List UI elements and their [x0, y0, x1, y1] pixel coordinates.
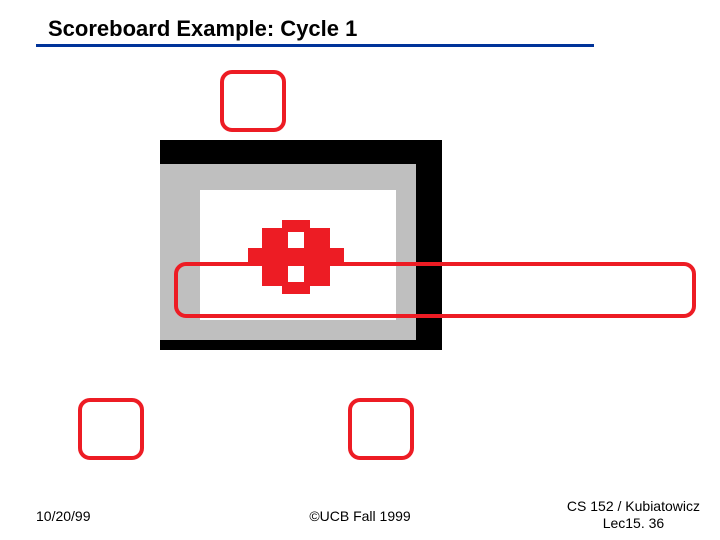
callout-outline-bottom-left: [78, 398, 144, 460]
placeholder-bottom-strip: [160, 340, 442, 350]
footer-course: CS 152 / Kubiatowicz Lec15. 36: [567, 498, 700, 532]
placeholder-right-strip: [416, 140, 442, 350]
callout-outline-bottom-right: [348, 398, 414, 460]
footer-copyright: ©UCB Fall 1999: [309, 508, 410, 524]
callout-outline-top: [220, 70, 286, 132]
footer-date: 10/20/99: [36, 508, 91, 524]
callout-outline-wide: [174, 262, 696, 318]
title-underline: [36, 44, 594, 47]
placeholder-top-strip: [160, 140, 442, 164]
broken-image-placeholder: [160, 140, 442, 350]
slide-title: Scoreboard Example: Cycle 1: [48, 16, 357, 42]
